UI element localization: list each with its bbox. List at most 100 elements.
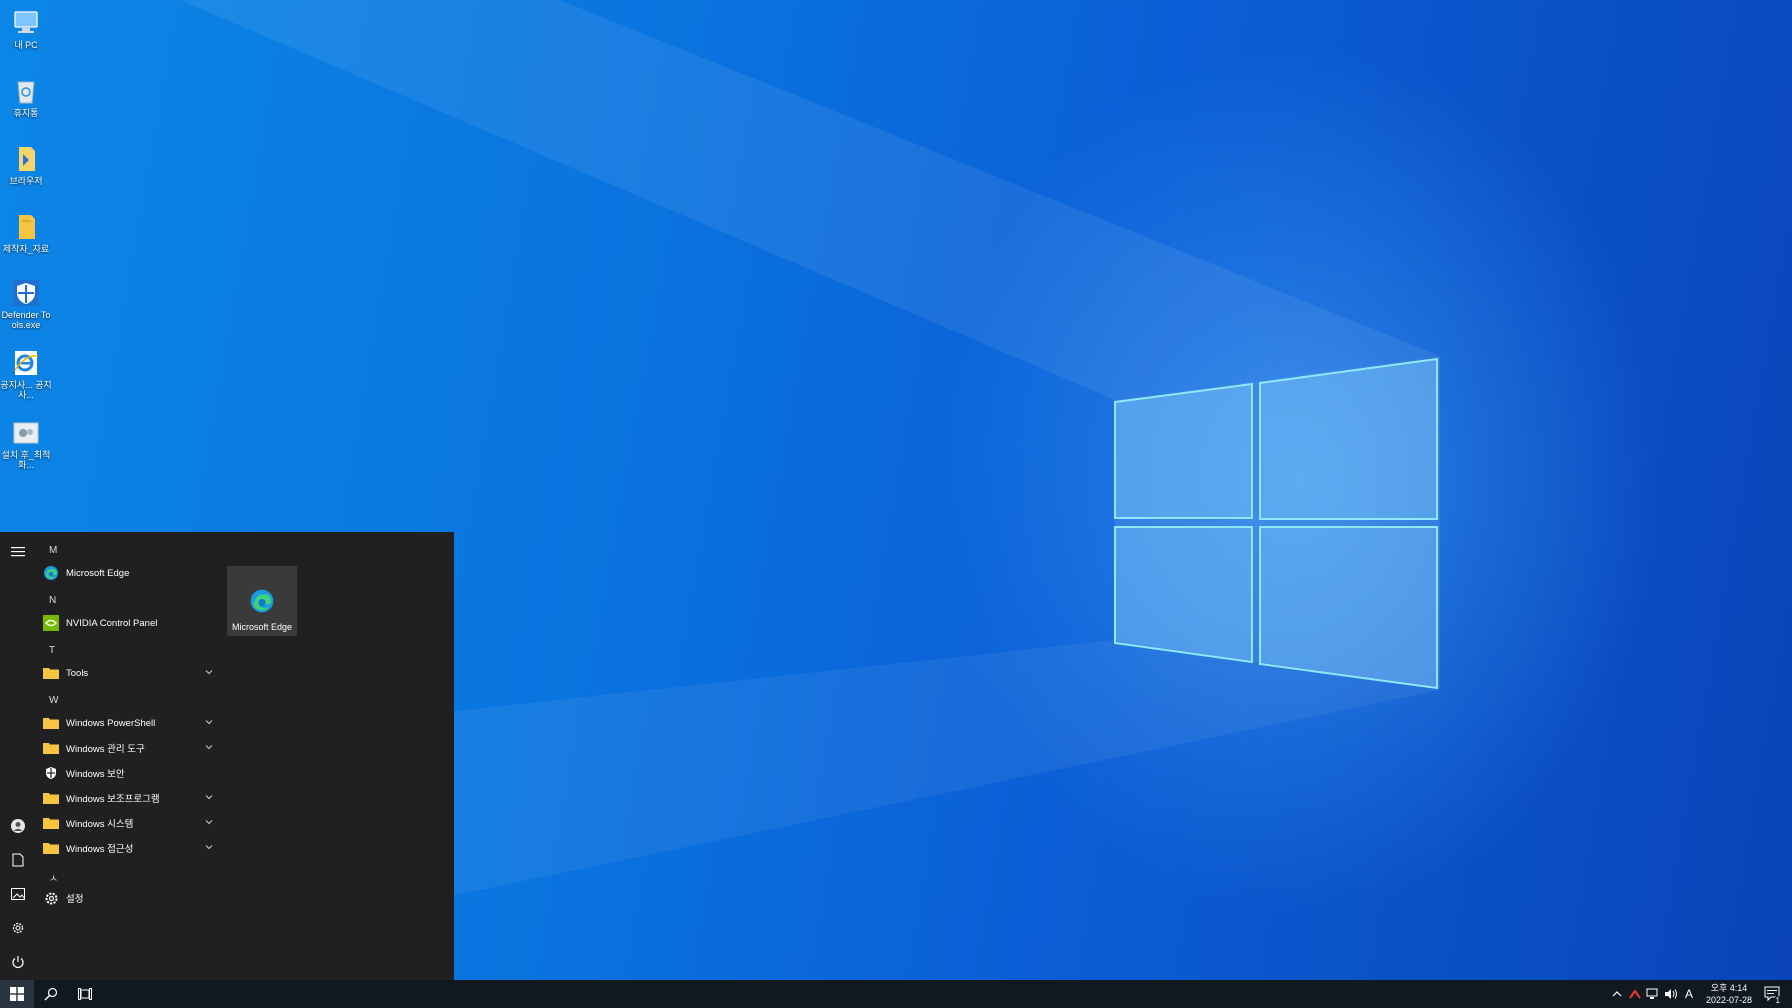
app-folder-windows-admin-tools[interactable]: Windows 관리 도구 [42,736,214,760]
section-letter-t[interactable]: T [49,645,55,656]
desktop-icon-label: 제작자_자료 [2,244,50,254]
folder-icon [43,818,59,829]
app-folder-windows-system[interactable]: Windows 시스템 [42,811,214,835]
desktop-icon-recycle-bin[interactable]: 휴지통 [0,76,52,118]
edge-icon [44,566,58,580]
app-windows-security[interactable]: Windows 보안 [42,761,214,785]
app-folder-windows-accessories[interactable]: Windows 보조프로그램 [42,786,214,810]
app-folder-windows-accessibility[interactable]: Windows 접근성 [42,836,214,860]
desktop-icon-browser[interactable]: 브라우저 [0,144,52,186]
folder-icon [19,215,35,239]
internet-explorer-icon [14,351,39,375]
app-settings[interactable]: 설정 [42,886,214,910]
desktop-icon-optimize[interactable]: 설치 후_최적화... [0,418,52,470]
power-button[interactable] [6,950,30,974]
shield-icon [46,767,56,779]
app-label: Windows 접근성 [66,844,134,855]
action-center-button[interactable]: 1 [1764,986,1782,1005]
document-icon [12,853,24,867]
app-folder-tools[interactable]: Tools [42,661,214,685]
picture-icon [11,888,25,900]
windows-logo-icon [10,987,24,1001]
app-label: Windows 시스템 [66,819,134,830]
desktop-icon-label: 브라우저 [9,176,43,186]
network-icon [1646,988,1658,999]
app-label: Tools [66,667,89,679]
app-label: Windows PowerShell [66,717,156,729]
edge-icon [250,589,274,613]
section-letter-hangul[interactable]: ㅅ [49,870,58,885]
chevron-down-icon [205,720,213,725]
desktop-icon-label: 설치 후_최적화... [1,450,51,470]
folder-icon [43,793,59,804]
desktop-icon-label: 휴지통 [13,108,39,118]
chevron-down-icon [205,845,213,850]
chevron-down-icon [205,820,213,825]
expand-menu-button[interactable] [6,540,30,564]
task-view-button[interactable] [68,980,102,1008]
clock-date: 2022-07-28 [1705,995,1752,1005]
red-arrow-icon [1629,989,1641,999]
tile-label: Microsoft Edge [231,622,293,632]
browser-file-icon [19,147,35,171]
show-hidden-icons-button[interactable] [1610,987,1624,1001]
app-label: 설정 [66,894,84,905]
settings-gear-icon [13,422,39,444]
desktop-icon-label: 공지사... 공지사... [0,380,52,400]
chevron-up-icon [1612,991,1622,997]
folder-icon [43,718,59,729]
clock-time: 오후 4:14 [1710,983,1748,993]
recycle-bin-icon [17,81,35,104]
desktop-icon-label: Defender Tools.exe [1,310,51,330]
app-label: Microsoft Edge [66,567,130,579]
network-button[interactable] [1646,987,1660,1001]
desktop-icon-this-pc[interactable]: 내 PC [0,8,52,50]
speaker-icon [1664,989,1677,999]
user-avatar-icon [11,819,25,833]
gear-icon [45,892,57,904]
chevron-down-icon [205,670,213,675]
start-rail [0,532,36,980]
system-tray: A 오후 4:14 2022-07-28 [1608,980,1752,1008]
desktop-icon-notice[interactable]: 공지사... 공지사... [0,348,52,400]
chevron-down-icon [205,745,213,750]
app-label: Windows 보조프로그램 [66,794,160,805]
folder-icon [43,668,59,679]
gear-icon [12,922,24,934]
documents-button[interactable] [6,848,30,872]
section-letter-m[interactable]: M [49,545,57,556]
folder-icon [43,843,59,854]
nvidia-icon [43,615,59,631]
section-letter-w[interactable]: W [49,695,58,706]
shield-icon [13,280,39,306]
hamburger-icon [11,547,25,557]
pictures-button[interactable] [6,882,30,906]
app-label: Windows 관리 도구 [66,744,145,755]
desktop-icon-defender-tools[interactable]: Defender Tools.exe [0,278,52,330]
app-microsoft-edge[interactable]: Microsoft Edge [42,561,214,585]
tile-microsoft-edge[interactable]: Microsoft Edge [227,566,297,636]
chevron-down-icon [205,795,213,800]
power-icon [12,956,24,969]
start-button[interactable] [0,980,34,1008]
folder-icon [43,743,59,754]
desktop-icon-label: 내 PC [14,40,38,50]
search-button[interactable] [34,980,68,1008]
taskbar: A 오후 4:14 2022-07-28 1 [0,980,1792,1008]
notification-count: 1 [1773,996,1782,1005]
computer-icon [14,11,38,33]
task-view-icon [78,988,92,1000]
clock[interactable]: 오후 4:14 2022-07-28 [1706,982,1752,1006]
app-folder-windows-powershell[interactable]: Windows PowerShell [42,711,214,735]
user-account-button[interactable] [6,814,30,838]
app-label: NVIDIA Control Panel [66,617,158,629]
desktop-icon-creator-folder[interactable]: 제작자_자료 [0,212,52,254]
input-method-indicator[interactable]: A [1682,987,1696,1001]
section-letter-n[interactable]: N [49,595,56,606]
app-tray-icon[interactable] [1628,987,1642,1001]
volume-button[interactable] [1664,987,1678,1001]
app-label: Windows 보안 [66,769,125,780]
search-icon [44,987,58,1001]
app-nvidia-control-panel[interactable]: NVIDIA Control Panel [42,611,214,635]
settings-rail-button[interactable] [6,916,30,940]
